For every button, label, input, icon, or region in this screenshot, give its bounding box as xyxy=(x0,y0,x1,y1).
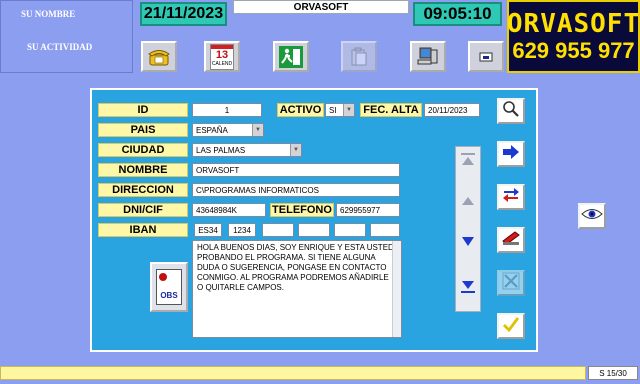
app-title: ORVASOFT xyxy=(233,0,409,14)
calendar-button[interactable]: 13 CALEND xyxy=(204,41,240,72)
direccion-field[interactable]: C\PROGRAMAS INFORMATICOS xyxy=(192,183,400,197)
exit-button[interactable] xyxy=(273,41,309,72)
fec-alta-field[interactable]: 20/11/2023 xyxy=(424,103,480,117)
go-button[interactable] xyxy=(497,141,525,167)
user-panel: SU NOMBRE SU ACTIVIDAD xyxy=(0,0,133,73)
close-icon xyxy=(502,272,520,295)
view-button[interactable] xyxy=(578,203,606,229)
notes-textarea[interactable]: HOLA BUENOS DIAS, SOY ENRIQUE Y ESTA UST… xyxy=(192,240,402,338)
telefono-field[interactable]: 629955977 xyxy=(336,203,400,217)
chevron-down-icon[interactable]: ▼ xyxy=(290,144,301,156)
nombre-field[interactable]: ORVASOFT xyxy=(192,163,400,177)
telefono-label: TELEFONO xyxy=(270,203,334,217)
magnifier-icon xyxy=(502,100,520,123)
first-record-button[interactable] xyxy=(458,151,478,173)
activo-label: ACTIVO xyxy=(277,103,324,117)
dni-field[interactable]: 43648984K xyxy=(192,203,266,217)
record-counter: S 15/30 xyxy=(588,366,638,380)
fec-alta-label: FEC. ALTA xyxy=(360,103,422,117)
notes-scrollbar[interactable] xyxy=(392,241,401,337)
calendar-day: 13 xyxy=(215,48,229,61)
checkmark-icon xyxy=(502,315,520,338)
confirm-button[interactable] xyxy=(497,313,525,339)
brand-logo: ORVASOFT 629 955 977 xyxy=(507,0,640,73)
computer-button[interactable] xyxy=(410,41,446,72)
clock-display: 09:05:10 xyxy=(413,2,502,26)
logo-name: ORVASOFT xyxy=(506,8,640,39)
document-icon: OBS xyxy=(156,269,182,305)
obs-button[interactable]: OBS xyxy=(150,262,188,312)
previous-record-button[interactable] xyxy=(458,191,478,213)
last-record-button[interactable] xyxy=(458,277,478,299)
record-form: ID 1 ACTIVO SI ▼ FEC. ALTA 20/11/2023 PA… xyxy=(90,88,538,352)
minimize-window-icon xyxy=(479,52,493,62)
nombre-label: NOMBRE xyxy=(98,163,188,177)
pais-value: ESPAÑA xyxy=(196,125,228,135)
arrow-right-icon xyxy=(502,144,520,165)
iban-field-3[interactable] xyxy=(262,223,294,237)
book-edit-icon xyxy=(501,229,521,252)
user-name: SU NOMBRE xyxy=(21,9,76,19)
logo-phone: 629 955 977 xyxy=(512,37,635,63)
search-button[interactable] xyxy=(497,98,525,124)
calendar-label: CALEND xyxy=(211,60,233,67)
notes-text: HOLA BUENOS DIAS, SOY ENRIQUE Y ESTA UST… xyxy=(197,243,394,292)
arrow-up-icon xyxy=(460,193,476,211)
pais-select[interactable]: ESPAÑA ▼ xyxy=(192,123,264,137)
swap-arrows-icon xyxy=(502,186,520,209)
window-button[interactable] xyxy=(468,41,504,72)
iban-field-4[interactable] xyxy=(298,223,330,237)
activo-select[interactable]: SI ▼ xyxy=(325,103,355,117)
clipboard-icon xyxy=(349,47,369,67)
arrow-down-icon xyxy=(460,235,476,253)
iban-field-2[interactable]: 1234 xyxy=(228,223,256,237)
delete-button[interactable] xyxy=(497,270,525,296)
computer-icon xyxy=(417,47,439,67)
telephone-icon xyxy=(147,47,171,67)
direccion-label: DIRECCION xyxy=(98,183,188,197)
eye-icon xyxy=(581,207,603,226)
iban-field-6[interactable] xyxy=(370,223,400,237)
phone-button[interactable] xyxy=(141,41,177,72)
record-navigator xyxy=(455,146,481,312)
arrow-first-icon xyxy=(460,152,476,173)
ciudad-value: LAS PALMAS xyxy=(196,145,246,155)
arrow-last-icon xyxy=(460,278,476,299)
dni-label: DNI/CIF xyxy=(98,203,188,217)
pais-label: PAIS xyxy=(98,123,188,137)
date-display: 21/11/2023 xyxy=(140,2,227,26)
iban-label: IBAN xyxy=(98,223,188,237)
user-activity: SU ACTIVIDAD xyxy=(27,42,93,52)
status-bar xyxy=(0,366,586,380)
ciudad-label: CIUDAD xyxy=(98,143,188,157)
iban-field-5[interactable] xyxy=(334,223,366,237)
chevron-down-icon[interactable]: ▼ xyxy=(343,104,354,116)
calendar-icon: 13 CALEND xyxy=(210,43,234,70)
paste-button[interactable] xyxy=(341,41,377,72)
edit-button[interactable] xyxy=(497,227,525,253)
ciudad-select[interactable]: LAS PALMAS ▼ xyxy=(192,143,302,157)
id-field[interactable]: 1 xyxy=(192,103,262,117)
swap-button[interactable] xyxy=(497,184,525,210)
activo-value: SI xyxy=(329,105,337,115)
obs-label: OBS xyxy=(160,291,178,300)
chevron-down-icon[interactable]: ▼ xyxy=(252,124,263,136)
iban-field-1[interactable]: ES34 xyxy=(194,223,222,237)
emergency-exit-icon xyxy=(279,45,303,68)
id-label: ID xyxy=(98,103,188,117)
next-record-button[interactable] xyxy=(458,233,478,255)
